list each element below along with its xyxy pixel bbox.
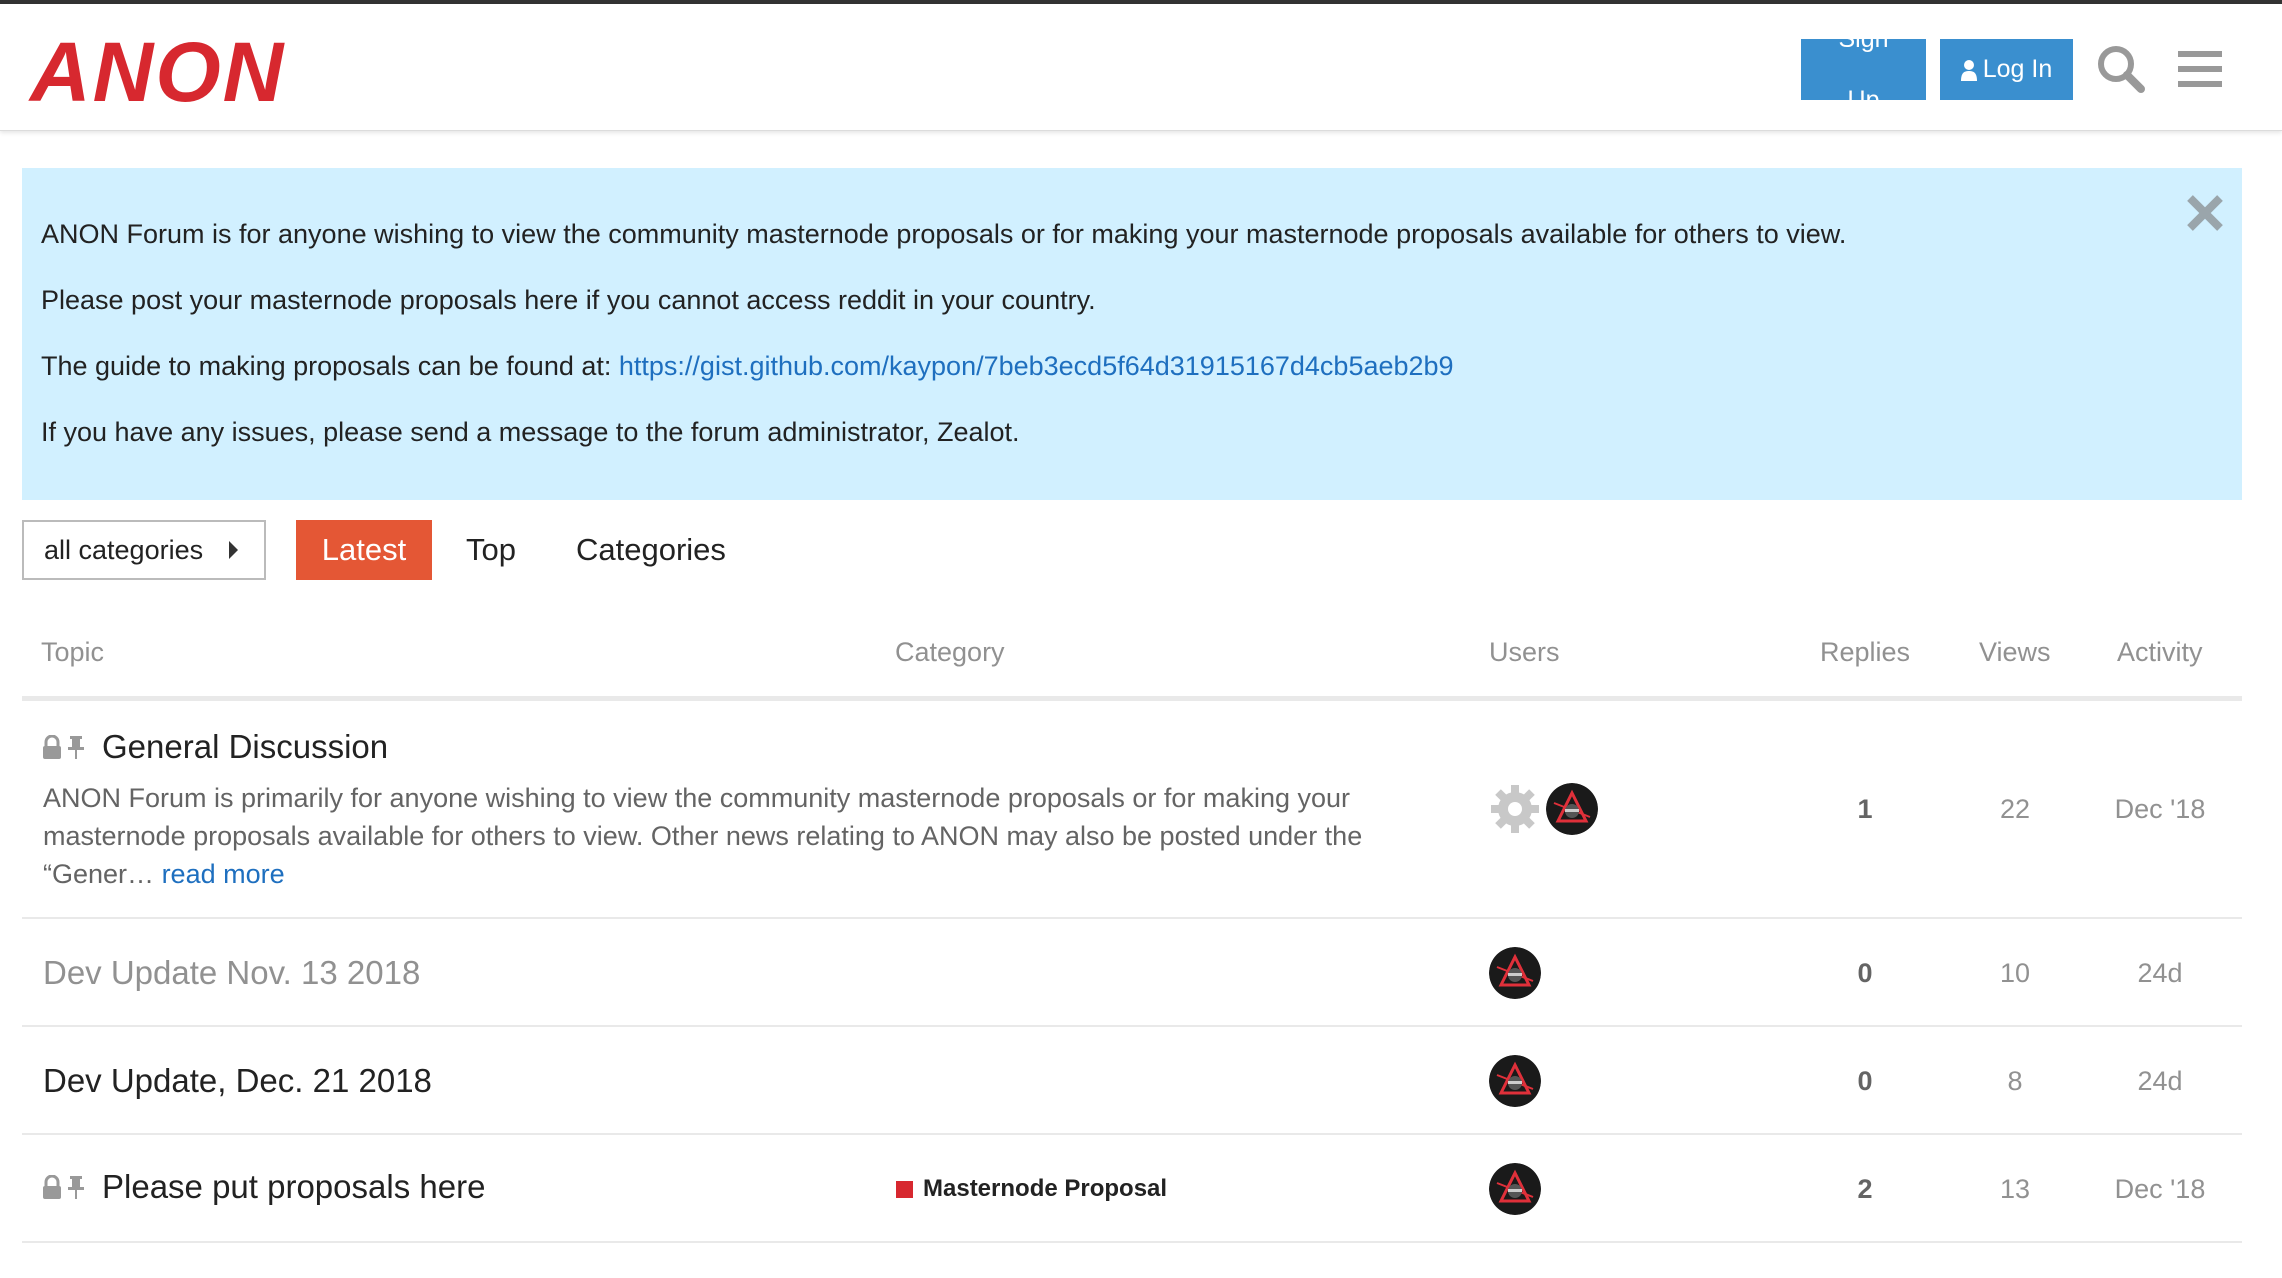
column-header-category: Category bbox=[895, 637, 1005, 667]
column-header-replies[interactable]: Replies bbox=[1820, 636, 1910, 668]
topic-title-link[interactable]: Please put proposals here bbox=[102, 1167, 485, 1207]
banner-line-2: Please post your masternode proposals he… bbox=[41, 285, 1096, 315]
activity-date[interactable]: Dec '18 bbox=[2095, 793, 2225, 825]
column-header-views[interactable]: Views bbox=[1979, 636, 2051, 668]
category-dropdown-label: all categories bbox=[44, 534, 204, 565]
site-logo[interactable]: ANON bbox=[30, 22, 285, 122]
banner-line-1: ANON Forum is for anyone wishing to view… bbox=[41, 219, 1847, 249]
read-more-link[interactable]: read more bbox=[162, 859, 285, 889]
category-name: Masternode Proposal bbox=[923, 1175, 1168, 1202]
avatar[interactable] bbox=[1546, 783, 1598, 835]
column-header-topic[interactable]: Topic bbox=[41, 636, 104, 668]
lock-icon bbox=[43, 1175, 61, 1199]
guide-link[interactable]: https://gist.github.com/kaypon/7beb3ecd5… bbox=[619, 351, 1454, 381]
search-button[interactable] bbox=[2090, 38, 2152, 100]
topic-row: General Discussion ANON Forum is primari… bbox=[22, 701, 2242, 919]
views-count: 10 bbox=[1999, 958, 2031, 988]
pin-icon bbox=[68, 1176, 84, 1199]
avatar[interactable] bbox=[1489, 1055, 1541, 1107]
activity-date[interactable]: Dec '18 bbox=[2095, 1173, 2225, 1205]
topic-excerpt: ANON Forum is primarily for anyone wishi… bbox=[43, 779, 1463, 893]
sign-up-label: Sign Up bbox=[1838, 24, 1889, 114]
log-in-label: Log In bbox=[1982, 55, 2053, 83]
activity-date[interactable]: 24d bbox=[2095, 1065, 2225, 1097]
category-dropdown[interactable]: all categories bbox=[22, 520, 266, 580]
topic-title-link[interactable]: General Discussion bbox=[102, 727, 388, 767]
views-count: 8 bbox=[2007, 1066, 2023, 1096]
sign-up-button[interactable]: Sign Up bbox=[1801, 25, 1926, 114]
banner-line-4: If you have any issues, please send a me… bbox=[41, 417, 1020, 447]
tab-top[interactable]: Top bbox=[466, 520, 516, 580]
avatar[interactable] bbox=[1489, 1163, 1541, 1215]
topic-row: Dev Update Nov. 13 2018 0 10 24d bbox=[22, 919, 2242, 1027]
search-icon bbox=[2098, 46, 2145, 93]
log-in-button[interactable]: Log In bbox=[1940, 39, 2073, 100]
avatar[interactable] bbox=[1489, 947, 1541, 999]
replies-count: 2 bbox=[1857, 1174, 1873, 1204]
column-header-activity[interactable]: Activity bbox=[2117, 636, 2203, 668]
hamburger-menu-icon bbox=[2178, 51, 2222, 87]
activity-date[interactable]: 24d bbox=[2095, 957, 2225, 989]
gear-icon[interactable] bbox=[1489, 783, 1541, 835]
hamburger-menu-button[interactable] bbox=[2170, 38, 2232, 100]
close-icon bbox=[2187, 195, 2223, 231]
topic-row: Please put proposals here Masternode Pro… bbox=[22, 1135, 2242, 1243]
topic-title-link[interactable]: Dev Update, Dec. 21 2018 bbox=[43, 1061, 432, 1101]
site-header: ANON Sign Up Log In bbox=[0, 4, 2282, 131]
topic-status-icons bbox=[41, 1175, 87, 1199]
lock-icon bbox=[43, 735, 61, 759]
category-color-swatch bbox=[896, 1180, 913, 1198]
global-notice-banner: ANON Forum is for anyone wishing to view… bbox=[22, 168, 2242, 500]
topic-status-icons bbox=[41, 735, 87, 759]
banner-guide-prefix: The guide to making proposals can be fou… bbox=[41, 351, 619, 381]
tab-latest[interactable]: Latest bbox=[296, 520, 432, 580]
banner-line-3: The guide to making proposals can be fou… bbox=[41, 349, 1454, 383]
views-count: 13 bbox=[1999, 1174, 2031, 1204]
caret-right-icon bbox=[229, 541, 238, 559]
replies-count: 0 bbox=[1857, 1066, 1873, 1096]
tab-categories[interactable]: Categories bbox=[576, 520, 726, 580]
column-header-users: Users bbox=[1489, 637, 1560, 667]
topic-title-link[interactable]: Dev Update Nov. 13 2018 bbox=[43, 953, 420, 993]
user-icon bbox=[1960, 59, 1977, 81]
views-count: 22 bbox=[1999, 794, 2031, 824]
category-badge[interactable]: Masternode Proposal bbox=[896, 1175, 1167, 1203]
pin-icon bbox=[68, 736, 84, 759]
topic-row: Dev Update, Dec. 21 2018 0 8 24d bbox=[22, 1027, 2242, 1135]
replies-count: 0 bbox=[1857, 958, 1873, 988]
replies-count: 1 bbox=[1857, 794, 1873, 824]
banner-close-button[interactable] bbox=[2182, 190, 2228, 236]
